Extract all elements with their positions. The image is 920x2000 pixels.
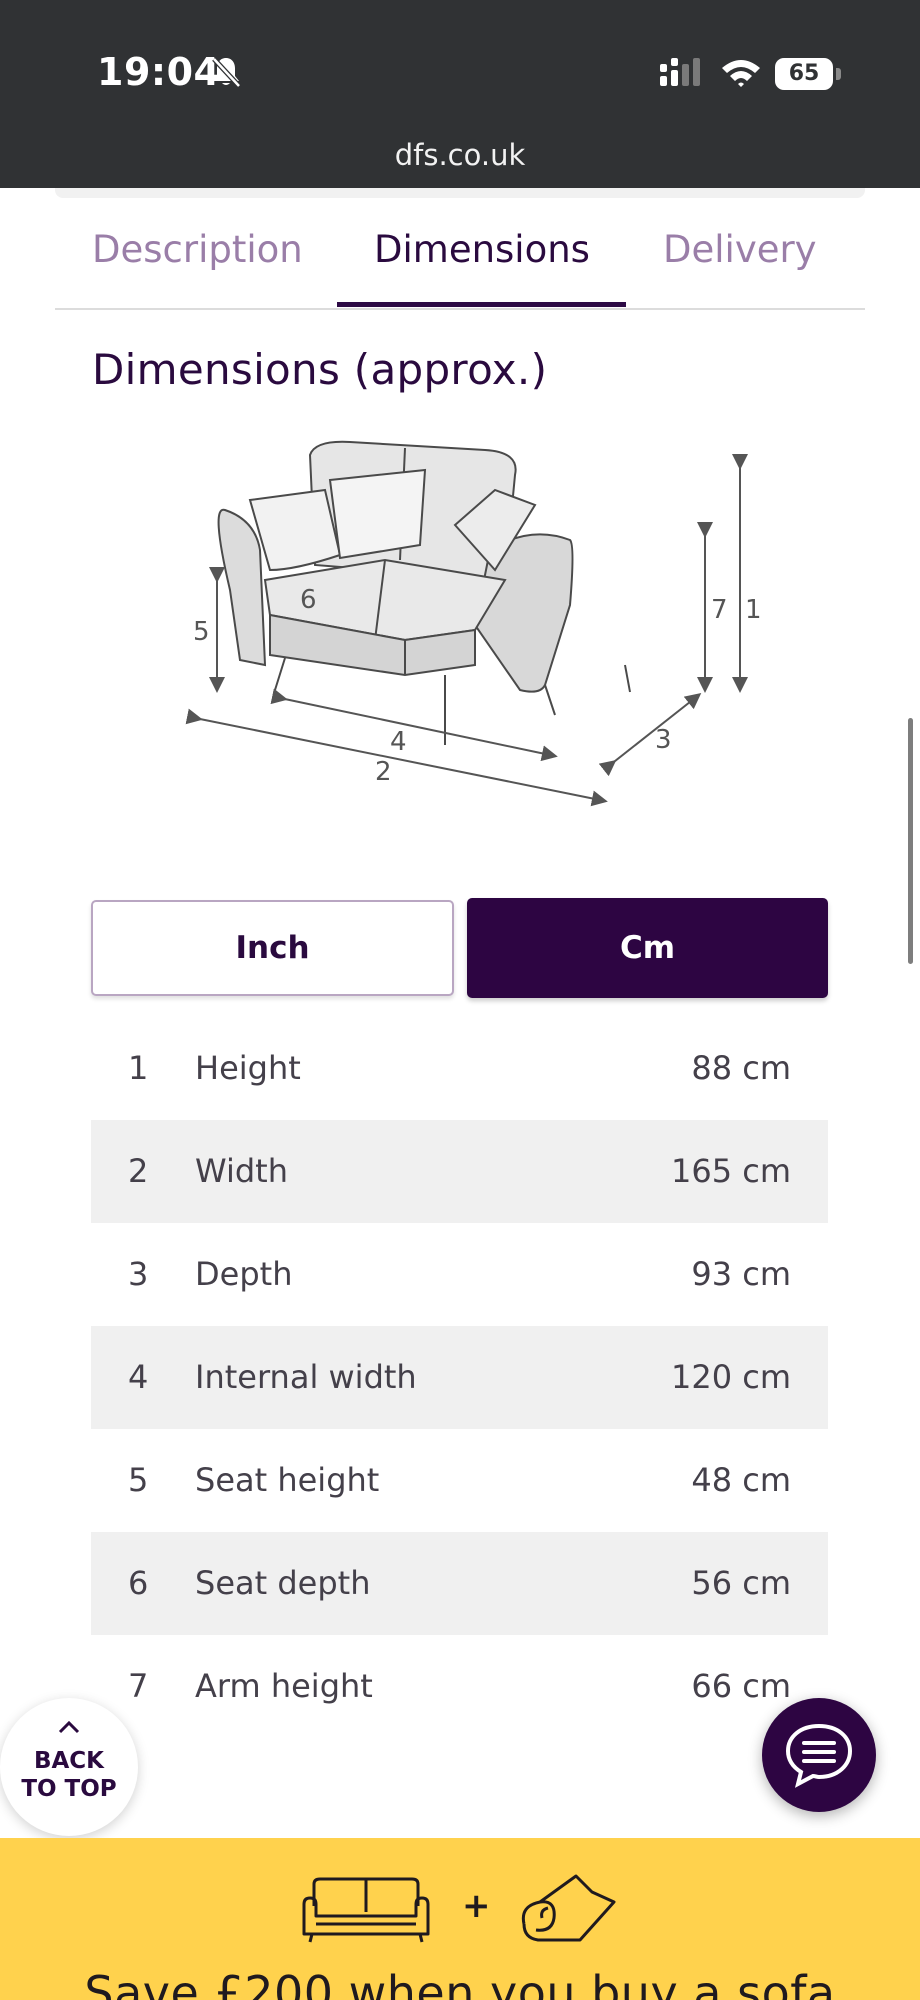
bell-muted-icon: [212, 57, 241, 88]
row-value: 48 cm: [691, 1461, 791, 1499]
unit-inch-button[interactable]: Inch: [91, 900, 454, 996]
tab-description[interactable]: Description: [92, 228, 303, 271]
cellular-signal-icon: [660, 58, 700, 86]
status-bar: 19:04 65 dfs.co.uk: [0, 0, 920, 188]
table-row: 6 Seat depth 56 cm: [91, 1532, 828, 1635]
row-number: 1: [128, 1049, 149, 1087]
sofa-icon: [302, 1877, 430, 1943]
row-label: Arm height: [195, 1667, 373, 1705]
diagram-label-5: 5: [193, 617, 210, 647]
tab-delivery[interactable]: Delivery: [663, 228, 817, 271]
diagram-label-4: 4: [390, 727, 407, 757]
row-label: Width: [195, 1152, 288, 1190]
chat-button[interactable]: [762, 1698, 876, 1812]
battery-indicator: 65: [775, 58, 833, 90]
table-row: 5 Seat height 48 cm: [91, 1429, 828, 1532]
row-value: 120 cm: [670, 1358, 791, 1396]
page-scrollbar[interactable]: [908, 718, 913, 964]
battery-cap: [836, 68, 841, 80]
unit-cm-button[interactable]: Cm: [467, 898, 828, 998]
chevron-up-icon: [58, 1720, 80, 1734]
diagram-label-2: 2: [375, 757, 392, 787]
back-to-top-label-line1: BACK: [33, 1748, 105, 1774]
promo-plus: +: [462, 1886, 491, 1926]
product-tabs: Description Dimensions Delivery: [55, 212, 865, 310]
back-to-top-label-line2: TO TOP: [21, 1776, 117, 1802]
table-row: 2 Width 165 cm: [91, 1120, 828, 1223]
row-label: Seat depth: [195, 1564, 371, 1602]
table-row: 4 Internal width 120 cm: [91, 1326, 828, 1429]
row-value: 165 cm: [670, 1152, 791, 1190]
url-bar[interactable]: dfs.co.uk: [0, 138, 920, 172]
content-edge: [55, 188, 865, 198]
row-number: 6: [128, 1564, 149, 1602]
diagram-label-3: 3: [655, 725, 672, 755]
sofa-dimension-diagram: 5 6 4 2 3 7 1: [185, 440, 762, 807]
row-value: 66 cm: [691, 1667, 791, 1705]
row-number: 7: [128, 1667, 149, 1705]
table-row: 3 Depth 93 cm: [91, 1223, 828, 1326]
promo-headline: Save £200 when you buy a sofa: [84, 1966, 836, 2000]
diagram-label-6: 6: [300, 585, 317, 615]
row-value: 56 cm: [691, 1564, 791, 1602]
table-row: 7 Arm height 66 cm: [91, 1635, 828, 1738]
row-value: 93 cm: [691, 1255, 791, 1293]
row-label: Internal width: [195, 1358, 417, 1396]
diagram-label-1: 1: [745, 595, 762, 625]
tab-dimensions[interactable]: Dimensions: [374, 228, 590, 271]
row-number: 4: [128, 1358, 149, 1396]
wifi-icon: [722, 60, 760, 87]
clock: 19:04: [97, 50, 221, 94]
row-label: Height: [195, 1049, 301, 1087]
dimensions-table: 1 Height 88 cm 2 Width 165 cm 3 Depth 93…: [91, 1017, 828, 1738]
row-number: 5: [128, 1461, 149, 1499]
back-to-top-button[interactable]: BACK TO TOP: [0, 1698, 138, 1836]
chat-bubble-icon: [785, 1723, 853, 1788]
diagram-label-7: 7: [711, 595, 728, 625]
table-row: 1 Height 88 cm: [91, 1017, 828, 1120]
rug-icon: [521, 1874, 616, 1942]
active-tab-indicator: [337, 302, 626, 307]
row-label: Depth: [195, 1255, 293, 1293]
row-number: 2: [128, 1152, 149, 1190]
promo-banner[interactable]: + Save £200 when you buy a sofa: [0, 1838, 920, 2000]
row-label: Seat height: [195, 1461, 380, 1499]
row-number: 3: [128, 1255, 149, 1293]
row-value: 88 cm: [691, 1049, 791, 1087]
section-title: Dimensions (approx.): [92, 345, 548, 394]
